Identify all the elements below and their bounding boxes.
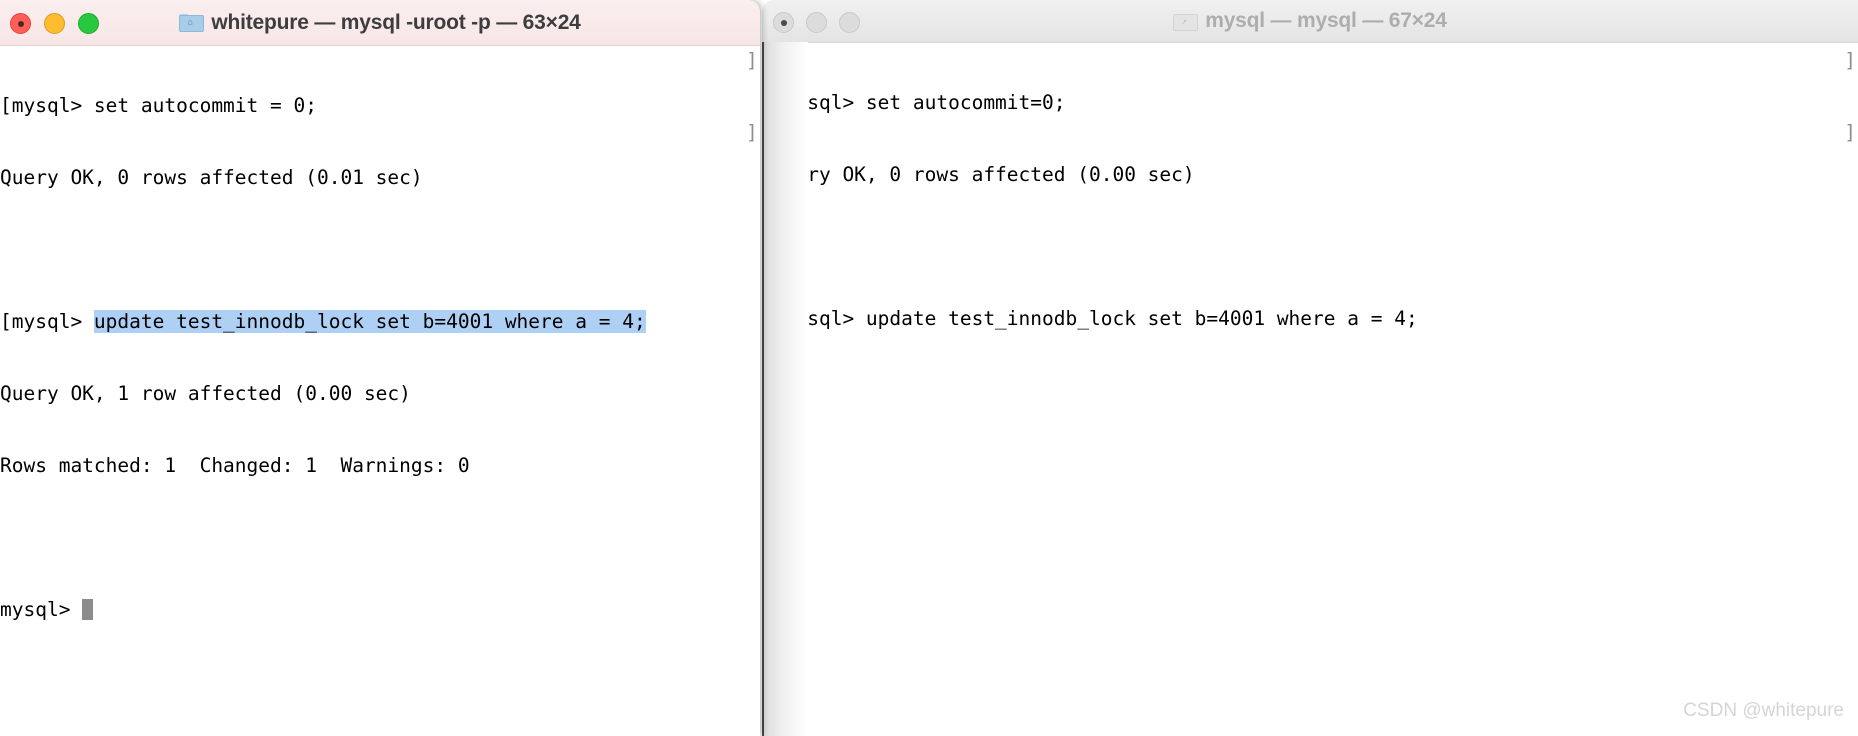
text-cursor [772,382,783,401]
title-bar-right[interactable]: ↗ mysql — mysql — 67×24 [762,0,1858,43]
terminal-line-text: [mysql> set autocommit = 0; [0,94,317,117]
text-cursor [82,599,94,620]
terminal-line-text: Query OK, 1 row affected (0.00 sec) [0,382,411,405]
terminal-line: Query OK, 0 rows affected (0.01 sec) [0,166,760,190]
title-wrap-right: ↗ mysql — mysql — 67×24 [762,0,1858,42]
close-button[interactable] [773,12,794,33]
traffic-lights-left[interactable] [10,13,99,34]
window-left-edge [762,42,764,736]
window-title-right: mysql — mysql — 67×24 [1205,9,1447,32]
terminal-output-right[interactable]: [mysql> set autocommit=0; Query OK, 0 ro… [762,43,1858,736]
terminal-prompt: [mysql> [0,310,94,333]
terminal-line: Query OK, 0 rows affected (0.00 sec) [772,163,1858,187]
terminal-line-selected: [mysql> update test_innodb_lock set b=40… [0,310,760,334]
terminal-prompt-line[interactable] [772,379,1858,403]
terminal-line-text: [mysql> set autocommit=0; [772,91,1066,114]
close-button[interactable] [10,13,31,34]
close-icon [17,20,24,27]
folder-icon: ⌂ [179,13,205,32]
selected-command-text[interactable]: update test_innodb_lock set b=4001 where… [93,310,646,333]
minimize-button[interactable] [806,12,827,33]
terminal-prompt: mysql> [0,598,83,621]
terminal-prompt-line[interactable]: mysql> [0,598,760,622]
terminal-line: [mysql> set autocommit=0; [772,91,1858,115]
zoom-button[interactable] [839,12,860,33]
minimize-button[interactable] [44,13,65,34]
folder-icon: ↗ [1173,12,1199,31]
terminal-line-text: Query OK, 0 rows affected (0.01 sec) [0,166,423,189]
traffic-lights-right[interactable] [773,12,860,33]
terminal-line-text: Rows matched: 1 Changed: 1 Warnings: 0 [0,454,470,477]
window-title-left: whitepure — mysql -uroot -p — 63×24 [211,10,581,34]
terminal-line-text: Query OK, 0 rows affected (0.00 sec) [772,163,1195,186]
terminal-line-text: [mysql> update test_innodb_lock set b=40… [772,307,1418,330]
terminal-line: Query OK, 1 row affected (0.00 sec) [0,382,760,406]
terminal-line: [mysql> set autocommit = 0; [0,94,760,118]
terminal-output-left[interactable]: [mysql> set autocommit = 0; Query OK, 0 … [0,46,760,736]
title-wrap-left: ⌂ whitepure — mysql -uroot -p — 63×24 [0,0,760,45]
zoom-button[interactable] [78,13,99,34]
terminal-window-left[interactable]: ⌂ whitepure — mysql -uroot -p — 63×24 [m… [0,0,760,736]
watermark-text: CSDN @whitepure [1683,700,1844,721]
terminal-window-right[interactable]: ↗ mysql — mysql — 67×24 [mysql> set auto… [762,0,1858,736]
terminal-line: [mysql> update test_innodb_lock set b=40… [772,307,1858,331]
title-bar-left[interactable]: ⌂ whitepure — mysql -uroot -p — 63×24 [0,0,760,46]
clipped-bracket-glyph: ] [1844,49,1856,72]
terminal-line: Rows matched: 1 Changed: 1 Warnings: 0 [0,454,760,478]
close-icon [780,19,787,26]
clipped-bracket-glyph: ] [1844,121,1856,144]
